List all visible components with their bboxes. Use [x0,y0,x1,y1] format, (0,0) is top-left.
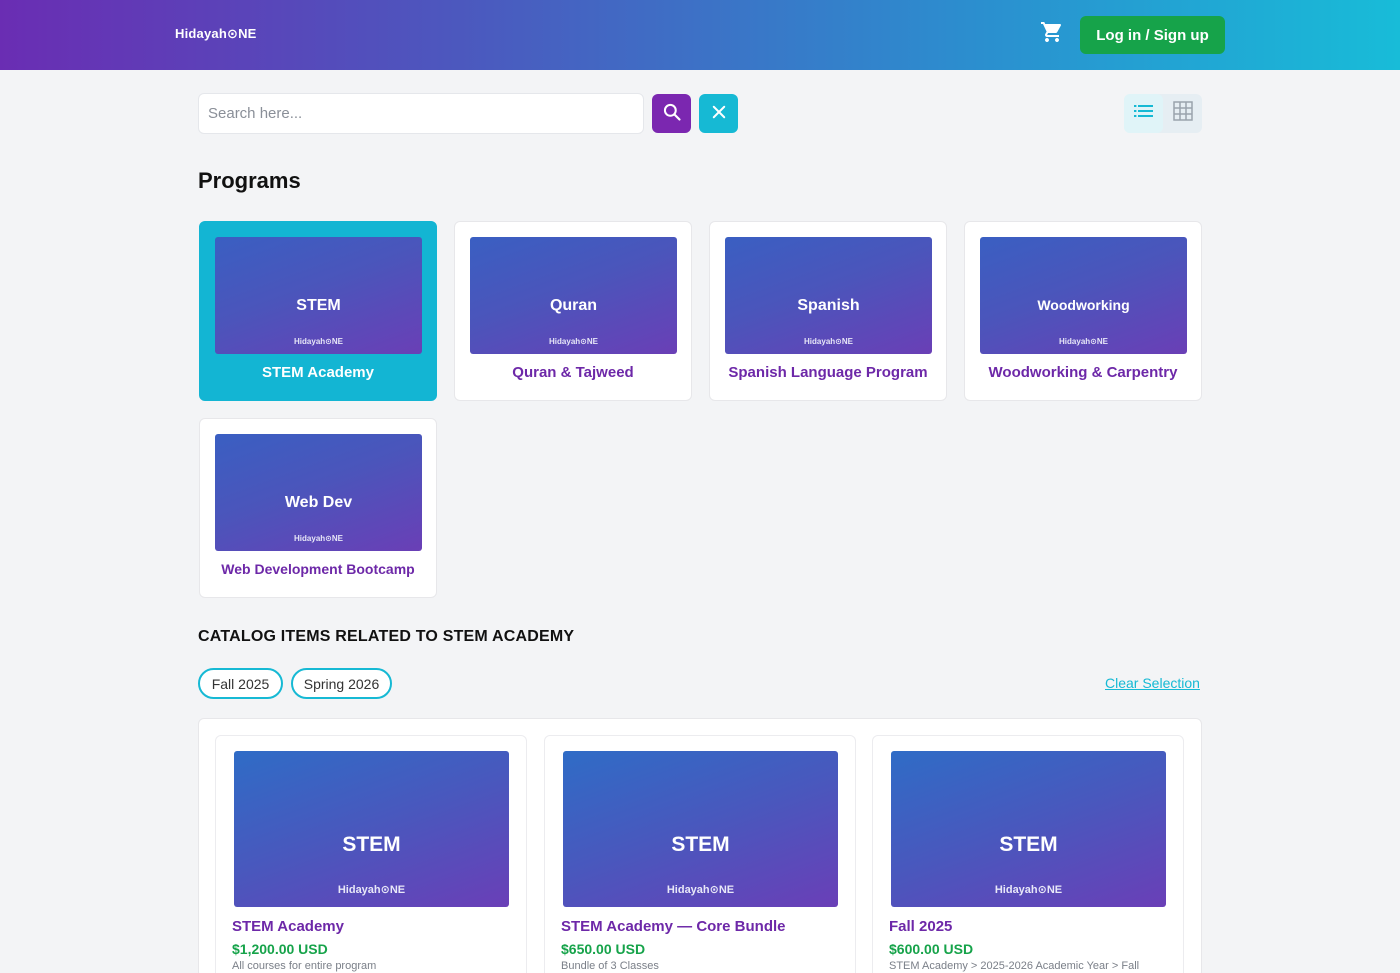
catalog-item-title: STEM Academy — Core Bundle [561,918,786,935]
program-card-stem[interactable]: STEM Hidayah⊙NE STEM Academy [199,221,437,401]
catalog-item-subtitle: STEM Academy > 2025-2026 Academic Year >… [889,960,1140,972]
thumbnail-brand: Hidayah⊙NE [294,534,343,543]
thumbnail-title: Spanish [797,297,860,314]
thumbnail-title: Woodworking [1037,297,1130,313]
program-title: Spanish Language Program [728,364,928,381]
top-header: Hidayah⊙NE Log in / Sign up [0,0,1400,70]
clear-selection-link[interactable]: Clear Selection [1105,675,1200,691]
thumbnail-brand: Hidayah⊙NE [804,337,853,346]
filter-chip-fall-2025[interactable]: Fall 2025 [198,668,283,699]
thumbnail-title: STEM [671,833,730,856]
search-button[interactable] [652,94,691,133]
thumbnail-brand: Hidayah⊙NE [1059,337,1108,346]
catalog-item-price: $600.00 USD [889,941,974,957]
grid-view-button[interactable] [1163,94,1202,133]
program-thumbnail: Woodworking Hidayah⊙NE [980,237,1187,354]
filter-chip-spring-2026[interactable]: Spring 2026 [291,668,392,699]
program-title: Woodworking & Carpentry [988,364,1178,381]
program-card-web-dev[interactable]: Web Dev Hidayah⊙NE Web Development Bootc… [199,418,437,598]
grid-icon [1172,101,1193,126]
thumbnail-title: STEM [999,833,1058,856]
program-card-spanish[interactable]: Spanish Hidayah⊙NE Spanish Language Prog… [709,221,947,401]
thumbnail-brand: Hidayah⊙NE [337,884,406,896]
program-thumbnail: Spanish Hidayah⊙NE [725,237,932,354]
program-thumbnail: Quran Hidayah⊙NE [470,237,677,354]
clear-search-button[interactable] [699,94,738,133]
brand-logo[interactable]: Hidayah⊙NE [175,26,257,42]
catalog-heading: CATALOG ITEMS RELATED TO STEM ACADEMY [198,628,575,645]
program-title: Quran & Tajweed [512,364,634,381]
catalog-item-subtitle: All courses for entire program [232,960,377,972]
catalog-thumbnail: STEM Hidayah⊙NE [563,751,838,907]
thumbnail-brand: Hidayah⊙NE [994,884,1063,896]
catalog-item-title: Fall 2025 [889,918,953,935]
search-icon [662,102,682,125]
thumbnail-title: STEM [296,297,341,314]
thumbnail-title: Quran [549,297,598,314]
thumbnail-title: Web Dev [284,494,353,511]
thumbnail-brand: Hidayah⊙NE [666,884,735,896]
close-icon [710,103,728,124]
program-card-quran[interactable]: Quran Hidayah⊙NE Quran & Tajweed [454,221,692,401]
program-thumbnail: STEM Hidayah⊙NE [215,237,422,354]
catalog-card[interactable]: STEM Hidayah⊙NE Fall 2025 $600.00 USD ST… [872,735,1184,973]
catalog-item-price: $650.00 USD [561,941,646,957]
program-card-woodworking[interactable]: Woodworking Hidayah⊙NE Woodworking & Car… [964,221,1202,401]
list-view-button[interactable] [1124,94,1163,133]
program-title: Web Development Bootcamp [221,561,415,577]
thumbnail-brand: Hidayah⊙NE [549,337,598,346]
login-signup-button[interactable]: Log in / Sign up [1080,16,1225,54]
catalog-thumbnail: STEM Hidayah⊙NE [891,751,1166,907]
list-icon [1133,103,1154,124]
catalog-item-title: STEM Academy [232,918,344,935]
catalog-card[interactable]: STEM Hidayah⊙NE STEM Academy — Core Bund… [544,735,856,973]
search-input[interactable] [198,93,644,134]
catalog-item-price: $1,200.00 USD [232,941,328,957]
cart-icon[interactable] [1040,20,1064,44]
catalog-thumbnail: STEM Hidayah⊙NE [234,751,509,907]
program-thumbnail: Web Dev Hidayah⊙NE [215,434,422,551]
thumbnail-brand: Hidayah⊙NE [294,337,343,346]
catalog-item-subtitle: Bundle of 3 Classes [561,960,659,972]
thumbnail-title: STEM [342,833,401,856]
view-toggle [1124,94,1202,133]
programs-title: Programs [198,168,301,193]
program-title: STEM Academy [262,364,374,381]
catalog-card[interactable]: STEM Hidayah⊙NE STEM Academy $1,200.00 U… [215,735,527,973]
